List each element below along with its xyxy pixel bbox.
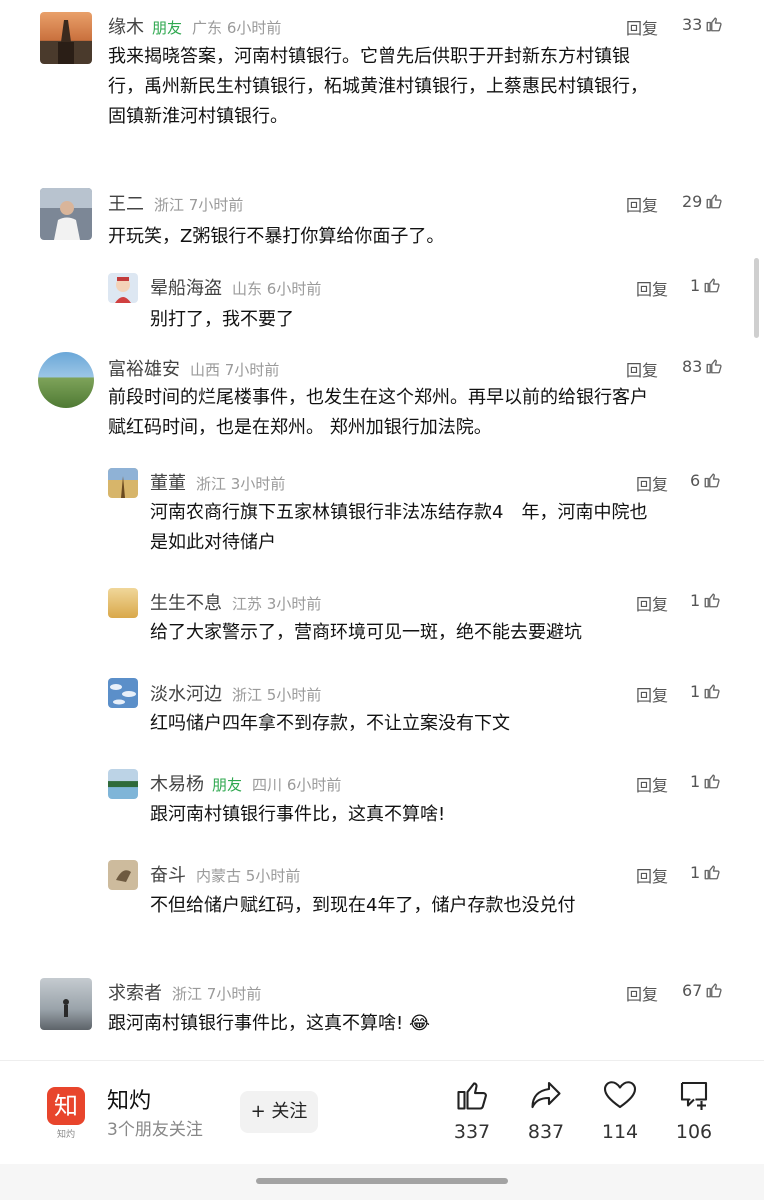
comment-meta: 江苏 3小时前	[232, 595, 322, 613]
avatar[interactable]	[40, 188, 92, 240]
avatar[interactable]	[108, 588, 138, 618]
like-count: 337	[453, 1121, 491, 1143]
share-count: 837	[527, 1121, 565, 1143]
like-button[interactable]: 1	[690, 276, 721, 295]
comment-author[interactable]: 木易杨 朋友 四川 6小时前	[150, 770, 341, 796]
home-indicator[interactable]	[256, 1178, 508, 1184]
like-button[interactable]: 67	[682, 981, 723, 1000]
comment-author[interactable]: 求索者 浙江 7小时前	[108, 979, 261, 1005]
favorite-action[interactable]: 114	[585, 1077, 655, 1143]
avatar[interactable]	[108, 678, 138, 708]
comment-author[interactable]: 生生不息 江苏 3小时前	[150, 589, 321, 615]
like-button[interactable]: 33	[682, 15, 723, 34]
comment-count: 106	[675, 1121, 713, 1143]
comment-meta: 广东 6小时前	[192, 19, 282, 37]
thumbs-up-icon	[704, 684, 720, 699]
comment-author[interactable]: 董董 浙江 3小时前	[150, 469, 285, 495]
account-name[interactable]: 知灼	[107, 1083, 151, 1115]
comment-text: 我来揭晓答案，河南村镇银行。它曾先后供职于开封新东方村镇银 行，禹州新民生村镇银行…	[108, 46, 648, 127]
comment-meta: 浙江 7小时前	[172, 985, 262, 1003]
laughing-emoji-icon: 😂	[408, 1013, 430, 1034]
account-logo[interactable]: 知	[47, 1087, 85, 1125]
comment-text: 给了大家警示了，营商环境可见一斑，绝不能去要避坑	[150, 622, 582, 643]
like-button[interactable]: 6	[690, 471, 721, 490]
comment-meta: 浙江 7小时前	[154, 196, 244, 214]
thumbs-up-icon	[704, 774, 720, 789]
friend-badge: 朋友	[212, 776, 243, 794]
comment-author[interactable]: 淡水河边 浙江 5小时前	[150, 680, 321, 706]
comment-meta: 山东 6小时前	[232, 280, 322, 298]
thumbs-up-icon	[704, 473, 720, 488]
reply-button[interactable]: 回复	[636, 682, 668, 706]
account-logo-caption: 知灼	[56, 1130, 75, 1140]
comment-author[interactable]: 缘木 朋友 广东 6小时前	[108, 13, 281, 39]
comment-meta: 四川 6小时前	[252, 776, 342, 794]
comment-action[interactable]: 106	[659, 1077, 729, 1143]
comment-text: 前段时间的烂尾楼事件，也发生在这个郑州。再早以前的给银行客户 赋红码时间，也是在郑…	[108, 387, 648, 438]
reply-button[interactable]: 回复	[636, 591, 668, 615]
reply-button[interactable]: 回复	[636, 276, 668, 300]
thumbs-up-icon	[704, 593, 720, 608]
avatar[interactable]	[108, 860, 138, 890]
comment-author[interactable]: 晕船海盗 山东 6小时前	[150, 274, 321, 300]
comment-meta: 山西 7小时前	[190, 361, 280, 379]
avatar[interactable]	[108, 769, 138, 799]
comment-text: 河南农商行旗下五家林镇银行非法冻结存款4 年，河南中院也 是如此对待储户	[150, 502, 648, 553]
thumbs-up-icon	[706, 359, 722, 374]
comment-text: 跟河南村镇银行事件比，这真不算啥! 😂	[108, 1013, 430, 1034]
comment-author[interactable]: 王二 浙江 7小时前	[108, 190, 243, 216]
like-button[interactable]: 1	[690, 772, 721, 791]
comment-text: 红吗储户四年拿不到存款，不让立案没有下文	[150, 713, 510, 734]
like-button[interactable]: 83	[682, 357, 723, 376]
reply-button[interactable]: 回复	[636, 863, 668, 887]
like-button[interactable]: 29	[682, 192, 723, 211]
reply-button[interactable]: 回复	[626, 15, 658, 39]
thumbs-up-icon	[457, 1082, 487, 1110]
like-button[interactable]: 1	[690, 591, 721, 610]
thumbs-up-icon	[706, 17, 722, 32]
thumbs-up-icon	[704, 278, 720, 293]
comment-meta: 浙江 5小时前	[232, 686, 322, 704]
avatar[interactable]	[40, 12, 92, 64]
comment-meta: 浙江 3小时前	[196, 475, 286, 493]
share-action[interactable]: 837	[511, 1077, 581, 1143]
comment-text: 开玩笑，Z粥银行不暴打你算给你面子了。	[108, 226, 445, 247]
comment-meta: 内蒙古 5小时前	[196, 867, 301, 885]
comment-author[interactable]: 奋斗 内蒙古 5小时前	[150, 861, 300, 887]
heart-icon	[603, 1081, 637, 1109]
favorite-count: 114	[601, 1121, 639, 1143]
friend-badge: 朋友	[152, 19, 183, 37]
comment-author[interactable]: 富裕雄安 山西 7小时前	[108, 355, 279, 381]
share-icon	[531, 1081, 561, 1109]
avatar[interactable]	[108, 468, 138, 498]
follow-info: 3个朋友关注	[107, 1120, 203, 1140]
avatar[interactable]	[38, 352, 94, 408]
avatar[interactable]	[40, 978, 92, 1030]
like-button[interactable]: 1	[690, 682, 721, 701]
comment-text: 跟河南村镇银行事件比，这真不算啥!	[150, 804, 446, 825]
comment-text: 别打了，我不要了	[150, 309, 294, 330]
reply-button[interactable]: 回复	[626, 357, 658, 381]
reply-button[interactable]: 回复	[636, 471, 668, 495]
comment-text: 不但给储户赋红码，到现在4年了，储户存款也没兑付	[150, 895, 576, 916]
avatar[interactable]	[108, 273, 138, 303]
thumbs-up-icon	[704, 865, 720, 880]
reply-button[interactable]: 回复	[636, 772, 668, 796]
reply-button[interactable]: 回复	[626, 981, 658, 1005]
thumbs-up-icon	[706, 983, 722, 998]
scrollbar[interactable]	[754, 258, 759, 338]
like-action[interactable]: 337	[437, 1077, 507, 1143]
like-button[interactable]: 1	[690, 863, 721, 882]
follow-button[interactable]: + 关注	[240, 1091, 318, 1133]
thumbs-up-icon	[706, 194, 722, 209]
comment-add-icon	[680, 1081, 708, 1110]
bottom-action-bar: 知 知灼 知灼 3个朋友关注 + 关注 337 837 114 106	[0, 1060, 764, 1165]
reply-button[interactable]: 回复	[626, 192, 658, 216]
